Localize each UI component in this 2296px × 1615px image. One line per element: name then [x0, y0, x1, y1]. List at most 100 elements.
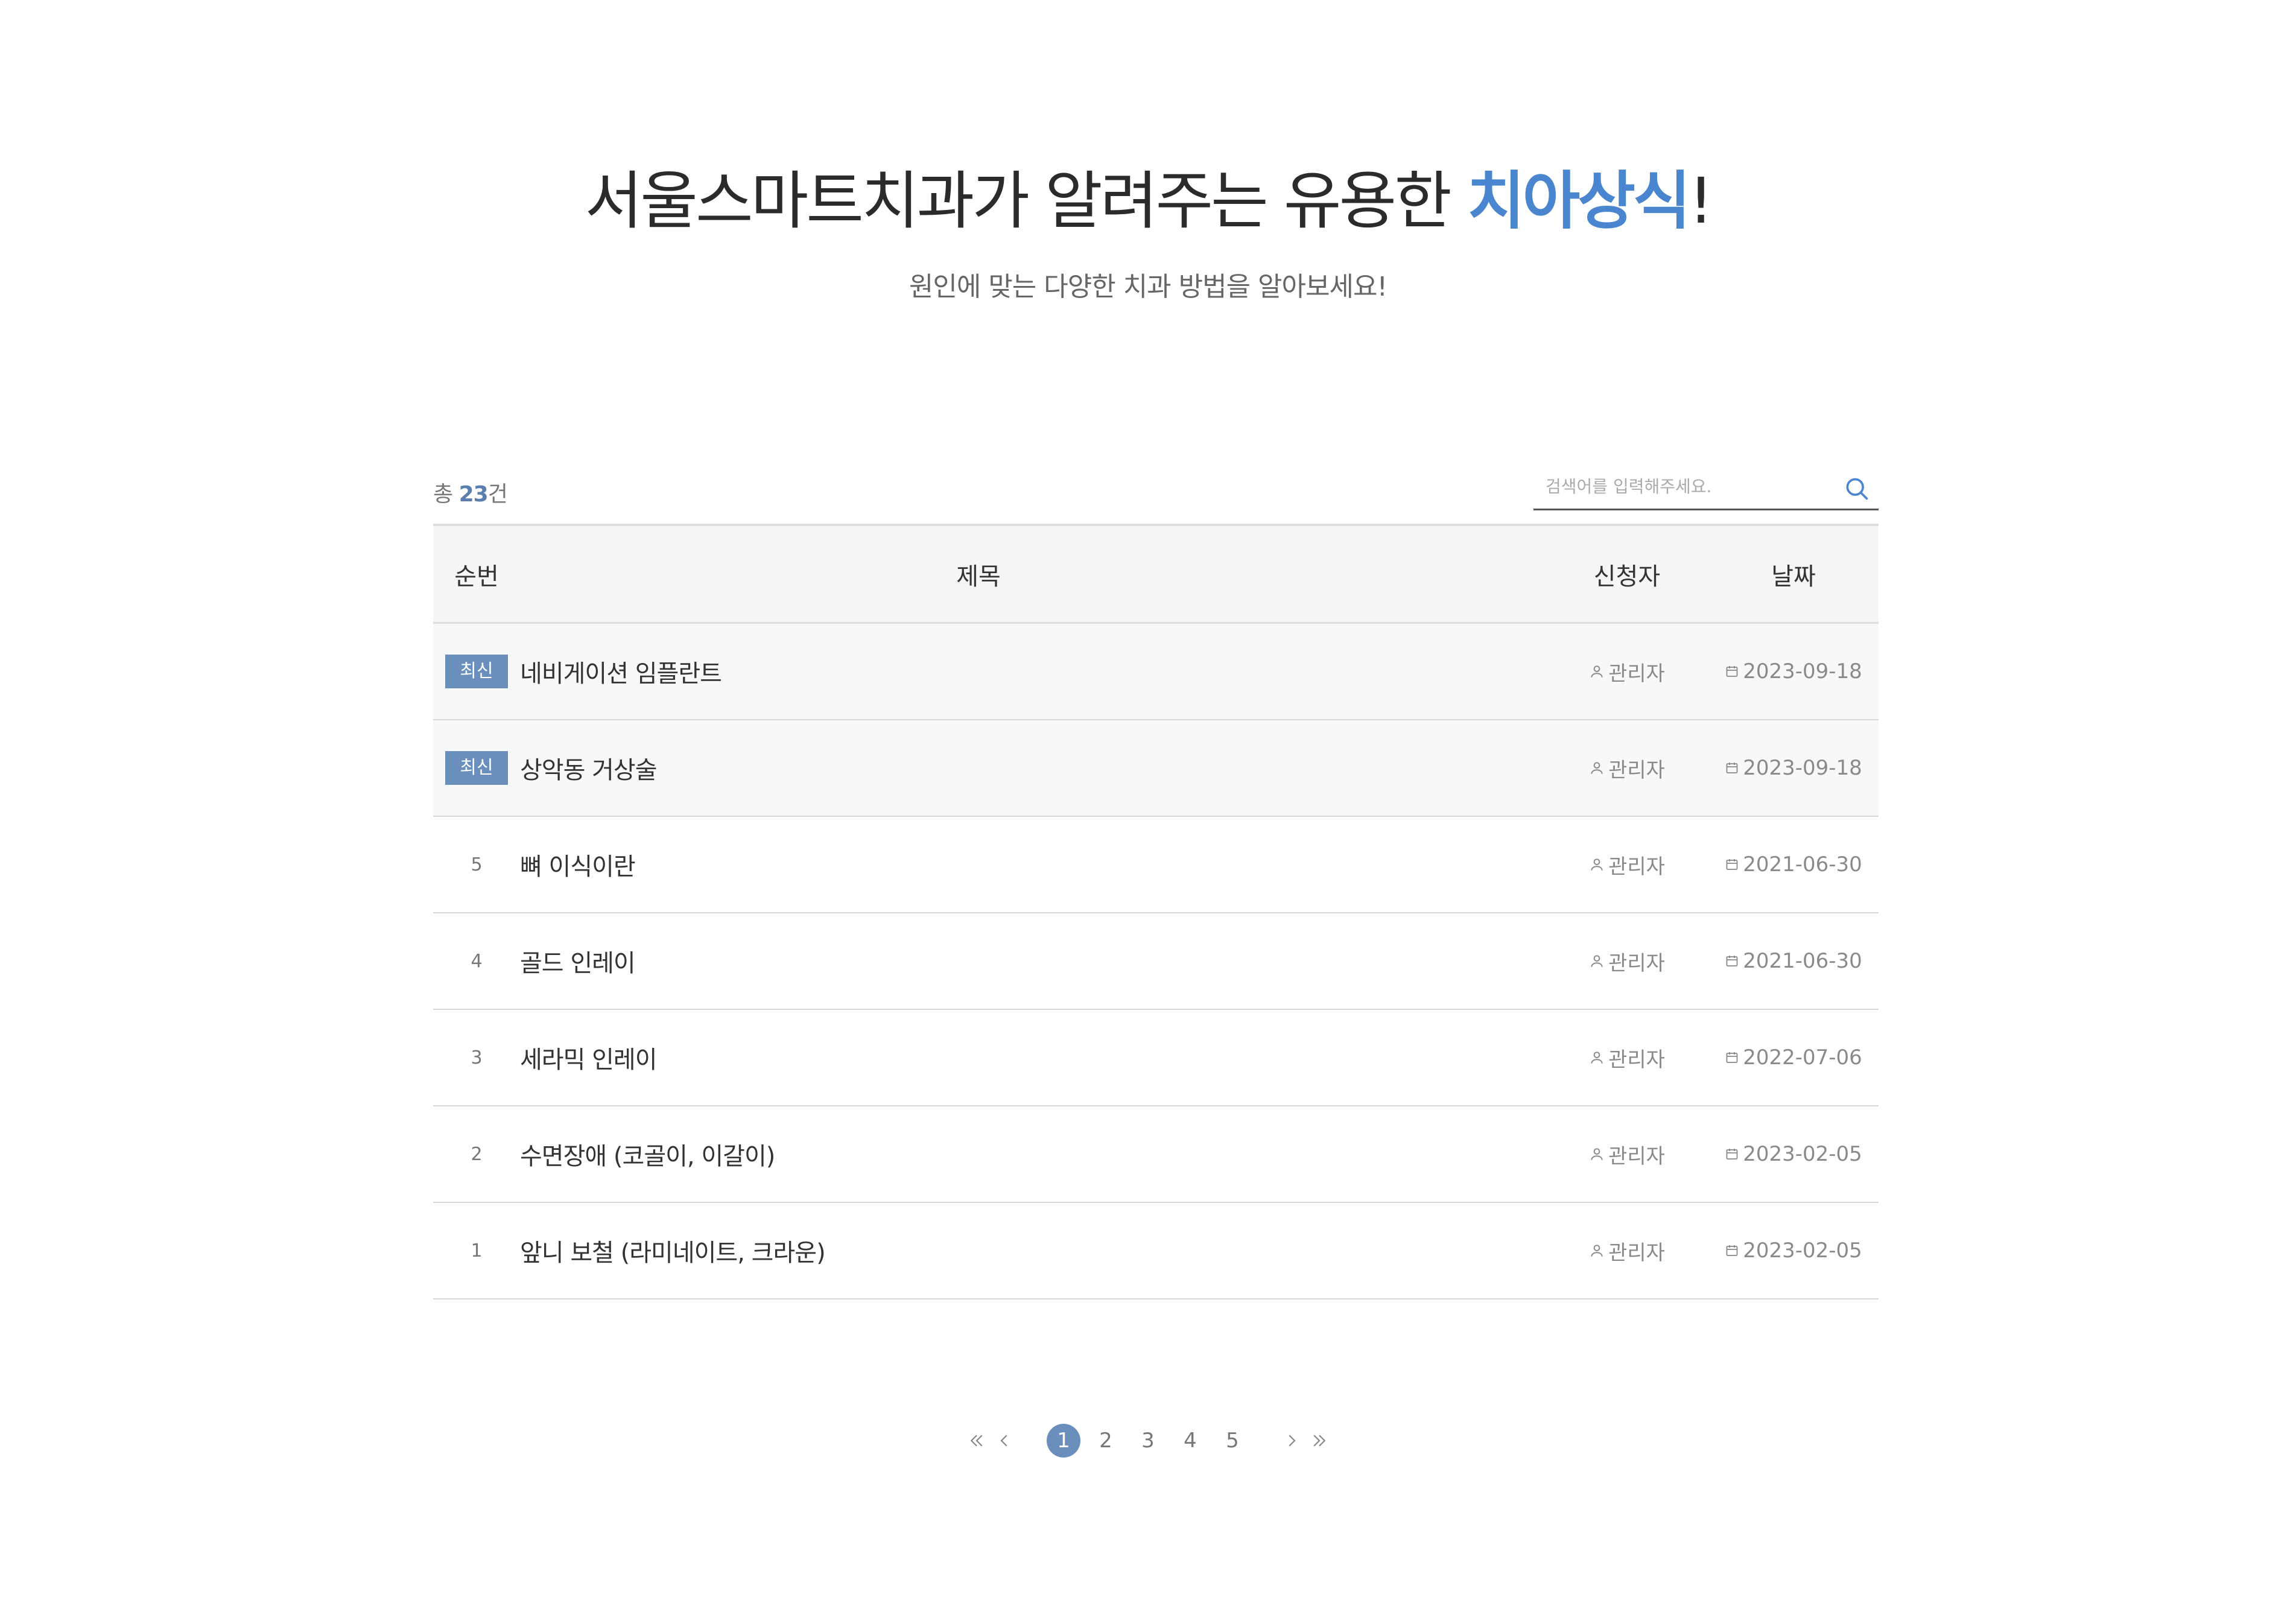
search-icon: [1846, 478, 1868, 500]
page-4-button[interactable]: 4: [1169, 1424, 1211, 1458]
table-row[interactable]: 최신 네비게이션 임플란트 관리자 2023-09-18: [433, 624, 1879, 720]
table-row[interactable]: 4 골드 인레이 관리자 2021-06-30: [433, 913, 1879, 1010]
table-row[interactable]: 최신 상악동 거상술 관리자 2023-09-18: [433, 720, 1879, 817]
calendar-icon: [1725, 1243, 1739, 1258]
table-row[interactable]: 1 앞니 보철 (라미네이트, 크라운) 관리자 2023-02-05: [433, 1203, 1879, 1299]
row-title: 상악동 거상술: [520, 750, 1546, 785]
row-number: 4: [471, 950, 483, 972]
total-count: 총 23건: [433, 477, 508, 508]
page-1-button[interactable]: 1: [1042, 1424, 1085, 1458]
page-number: 3: [1141, 1429, 1155, 1453]
page-number: 5: [1226, 1429, 1239, 1453]
post-link[interactable]: 뼈 이식이란: [520, 853, 636, 881]
last-page-button[interactable]: [1305, 1424, 1333, 1458]
row-author: 관리자: [1546, 657, 1708, 687]
user-icon: [1589, 1050, 1605, 1065]
search-button[interactable]: [1840, 472, 1874, 506]
author-name: 관리자: [1608, 661, 1665, 686]
page-subtitle: 원인에 맞는 다양한 치과 방법을 알아보세요!: [909, 271, 1387, 302]
search-box: [1533, 465, 1879, 510]
first-page-button[interactable]: [963, 1424, 991, 1458]
calendar-icon: [1725, 857, 1739, 872]
row-date: 2021-06-30: [1708, 852, 1879, 877]
row-number: 5: [471, 854, 483, 875]
total-prefix: 총: [433, 482, 459, 507]
row-author: 관리자: [1546, 1043, 1708, 1073]
new-badge: 최신: [445, 751, 508, 785]
row-title: 뼈 이식이란: [520, 847, 1546, 882]
board: 총 23건 순번 제목 신청자 날짜 최신네비게이션 임플란트관리자2023-0…: [433, 458, 1879, 1299]
total-number: 23: [458, 482, 489, 507]
chevron-left-icon: [1000, 1435, 1007, 1447]
row-date: 2023-09-18: [1708, 659, 1879, 684]
page-3-button[interactable]: 3: [1127, 1424, 1169, 1458]
board-table: 순번 제목 신청자 날짜 최신 네비게이션 임플란트 관리자 2023-09-18 최신…: [433, 524, 1879, 1299]
author-name: 관리자: [1608, 1047, 1665, 1072]
user-icon: [1589, 1146, 1605, 1162]
row-author: 관리자: [1546, 850, 1708, 880]
prev-page-button[interactable]: [991, 1424, 1018, 1458]
header-date: 날짜: [1771, 562, 1816, 591]
calendar-icon: [1725, 664, 1739, 679]
row-title: 골드 인레이: [520, 944, 1546, 979]
date-value: 2022-07-06: [1743, 1045, 1862, 1070]
pagination: 12 3 4 5: [0, 1424, 2296, 1458]
table-row[interactable]: 2 수면장애 (코골이, 이갈이) 관리자 2023-02-05: [433, 1106, 1879, 1203]
table-row[interactable]: 3 세라믹 인레이 관리자 2022-07-06: [433, 1010, 1879, 1106]
row-title: 앞니 보철 (라미네이트, 크라운): [520, 1233, 1546, 1268]
row-date: 2023-02-05: [1708, 1142, 1879, 1166]
date-value: 2023-02-05: [1743, 1142, 1862, 1166]
page-numbers: 12 3 4 5: [1042, 1424, 1254, 1458]
date-value: 2023-02-05: [1743, 1239, 1862, 1263]
table-header: 순번 제목 신청자 날짜: [433, 526, 1879, 624]
row-number: 1: [471, 1240, 483, 1261]
double-chevron-right-icon: [1313, 1435, 1326, 1447]
row-number: 최신: [433, 655, 520, 688]
double-chevron-left-icon: [970, 1435, 983, 1447]
date-value: 2021-06-30: [1743, 949, 1862, 973]
page-title-accent: 치아상식: [1467, 164, 1691, 238]
row-title: 수면장애 (코골이, 이갈이): [520, 1137, 1546, 1172]
row-date: 2023-02-05: [1708, 1239, 1879, 1263]
new-badge: 최신: [445, 655, 508, 688]
header-title: 제목: [956, 562, 1001, 591]
post-link[interactable]: 수면장애 (코골이, 이갈이): [520, 1143, 775, 1170]
row-date: 2023-09-18: [1708, 756, 1879, 780]
row-number: 최신: [433, 751, 520, 785]
calendar-icon: [1725, 761, 1739, 775]
page-number: 1: [1047, 1424, 1080, 1458]
page-title-text: 서울스마트치과가 알려주는 유용한: [585, 164, 1467, 238]
page-title: 서울스마트치과가 알려주는 유용한 치아상식!: [0, 162, 2296, 240]
chevron-right-icon: [1289, 1435, 1296, 1447]
header-no: 순번: [454, 562, 499, 591]
page-2-button[interactable]: 2: [1085, 1424, 1127, 1458]
table-row[interactable]: 5 뼈 이식이란 관리자 2021-06-30: [433, 817, 1879, 913]
post-link[interactable]: 골드 인레이: [520, 950, 636, 977]
search-input[interactable]: [1546, 473, 1835, 500]
board-toolbar: 총 23건: [433, 458, 1879, 524]
row-date: 2022-07-06: [1708, 1045, 1879, 1070]
post-link[interactable]: 네비게이션 임플란트: [520, 660, 722, 688]
header-author: 신청자: [1593, 562, 1661, 591]
row-author: 관리자: [1546, 947, 1708, 976]
date-value: 2023-09-18: [1743, 756, 1862, 780]
row-number: 3: [471, 1047, 483, 1068]
author-name: 관리자: [1608, 1144, 1665, 1169]
next-page-button[interactable]: [1278, 1424, 1305, 1458]
post-link[interactable]: 앞니 보철 (라미네이트, 크라운): [520, 1239, 826, 1267]
post-link[interactable]: 상악동 거상술: [520, 757, 658, 784]
row-title: 세라믹 인레이: [520, 1040, 1546, 1075]
row-number: 2: [471, 1143, 483, 1165]
date-value: 2023-09-18: [1743, 659, 1862, 684]
author-name: 관리자: [1608, 951, 1665, 976]
user-icon: [1589, 857, 1605, 872]
page-title-suffix: !: [1688, 164, 1714, 238]
page-5-button[interactable]: 5: [1211, 1424, 1254, 1458]
calendar-icon: [1725, 1147, 1739, 1161]
author-name: 관리자: [1608, 1240, 1665, 1265]
user-icon: [1589, 760, 1605, 776]
user-icon: [1589, 953, 1605, 969]
calendar-icon: [1725, 1050, 1739, 1065]
calendar-icon: [1725, 954, 1739, 968]
post-link[interactable]: 세라믹 인레이: [520, 1046, 658, 1074]
